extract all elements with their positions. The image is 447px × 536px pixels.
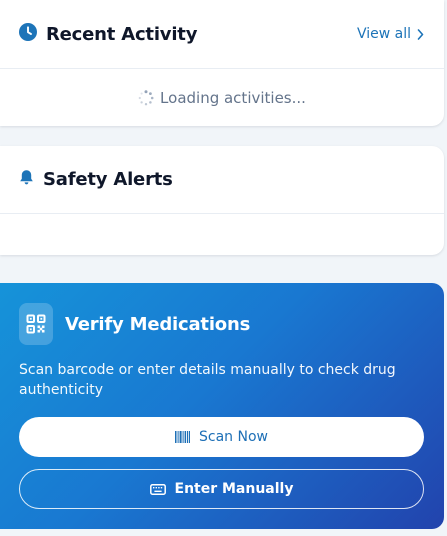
scan-now-button[interactable]: Scan Now — [19, 417, 424, 457]
enter-manually-button[interactable]: Enter Manually — [19, 469, 424, 509]
enter-manually-label: Enter Manually — [174, 481, 294, 497]
scan-now-label: Scan Now — [199, 429, 268, 445]
qr-code-icon — [19, 303, 53, 345]
verify-title: Verify Medications — [65, 313, 251, 335]
recent-activity-card: Recent Activity View all Loading activit… — [0, 0, 444, 126]
safety-alerts-header: Safety Alerts — [0, 146, 444, 214]
bell-icon — [18, 169, 35, 190]
spinner-icon — [138, 89, 154, 106]
barcode-icon — [175, 431, 190, 443]
keyboard-icon — [149, 483, 166, 495]
view-all-label: View all — [356, 26, 411, 42]
verify-header: Verify Medications — [19, 303, 424, 345]
recent-activity-header: Recent Activity View all — [0, 0, 444, 69]
clock-icon — [19, 23, 37, 45]
recent-activity-title: Recent Activity — [46, 23, 198, 45]
activity-loading: Loading activities... — [0, 69, 444, 126]
safety-alerts-card: Safety Alerts — [0, 146, 444, 255]
chevron-right-icon — [417, 28, 424, 40]
verify-description: Scan barcode or enter details manually t… — [19, 362, 396, 398]
view-all-link[interactable]: View all — [357, 26, 424, 42]
verify-medications-card: Verify Medications Scan barcode or enter… — [0, 283, 444, 529]
safety-alerts-title: Safety Alerts — [43, 169, 173, 190]
loading-text: Loading activities... — [160, 88, 306, 107]
